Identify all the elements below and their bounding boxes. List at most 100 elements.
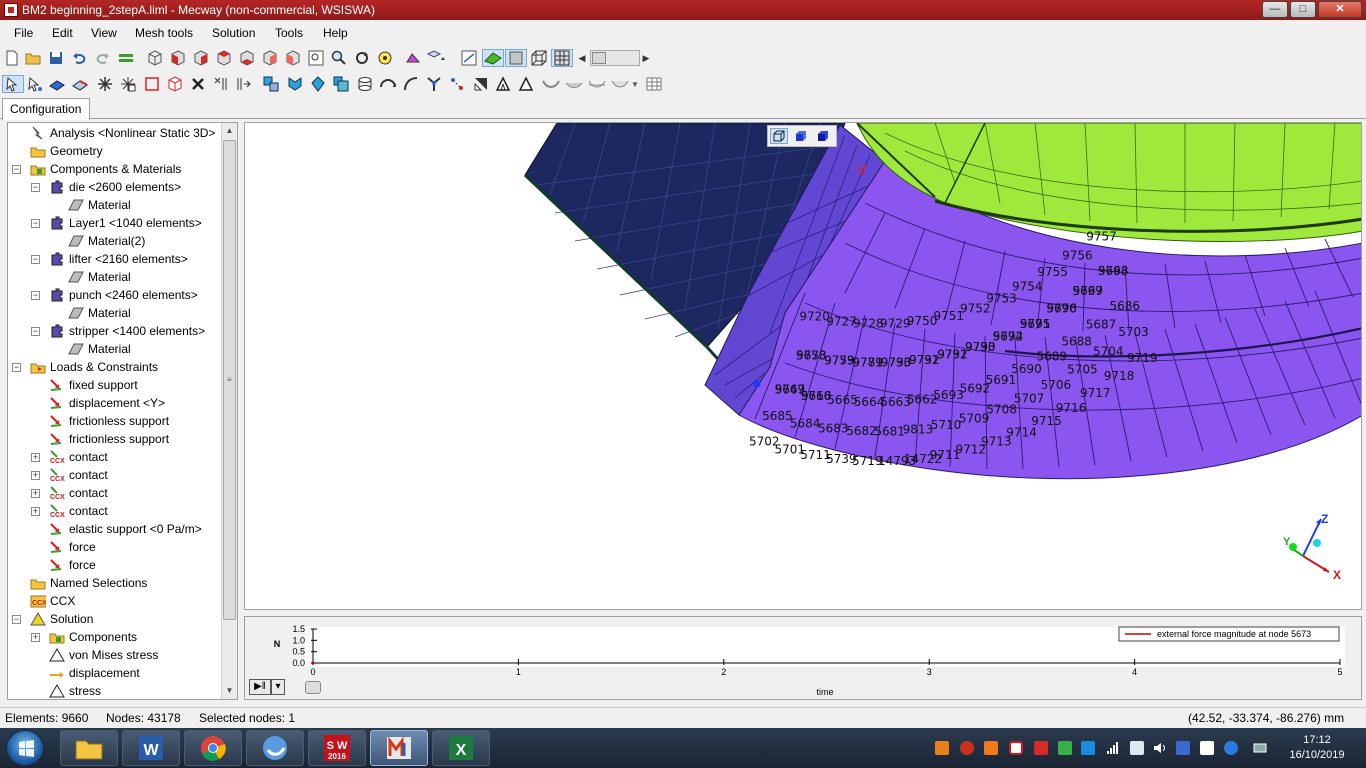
slider-right-icon[interactable]: ▶ — [640, 49, 652, 67]
tab-configuration[interactable]: Configuration — [2, 98, 90, 120]
excel-icon[interactable]: X — [432, 730, 490, 766]
tray-app-6-icon[interactable] — [1058, 741, 1072, 755]
view-left-icon[interactable] — [215, 49, 233, 67]
tree-item[interactable]: force — [8, 556, 223, 574]
play-pause-button[interactable]: ▶‖ — [249, 679, 271, 695]
collapse-icon[interactable]: − — [31, 327, 40, 336]
tree-item[interactable]: frictionless support — [8, 430, 223, 448]
delete-icon[interactable] — [189, 75, 207, 93]
tree-item[interactable]: CCX CCX — [8, 592, 223, 610]
configuration-tree[interactable]: Analysis <Nonlinear Static 3D> Geometry − C… — [7, 122, 238, 700]
wireframe-cube-icon[interactable] — [770, 128, 788, 144]
new-node-icon[interactable] — [119, 75, 137, 93]
tree-item[interactable]: Material — [8, 340, 223, 358]
look-at-icon[interactable] — [376, 49, 394, 67]
menu-mesh-tools[interactable]: Mesh tools — [135, 26, 193, 40]
tree-item[interactable]: − Components & Materials — [8, 160, 223, 178]
select-faces-icon[interactable] — [48, 75, 66, 93]
shaded-cube-icon[interactable] — [814, 128, 832, 144]
scroll-up-icon[interactable]: ▲ — [224, 124, 235, 138]
dropdown-arrow-icon[interactable]: ▼ — [630, 75, 640, 93]
timeline-slider-thumb[interactable] — [305, 681, 321, 694]
network-signal-icon[interactable] — [1106, 741, 1120, 755]
tree-item[interactable]: − die <2600 elements> — [8, 178, 223, 196]
tray-app-3-icon[interactable] — [984, 741, 998, 755]
triangle-outline-icon[interactable] — [517, 75, 535, 93]
view-back-icon[interactable] — [192, 49, 210, 67]
scale-slider-thumb[interactable] — [592, 52, 606, 64]
model-viewport[interactable]: 5673 9773 9771 9733 9732 9731 9730 5672 5671 5670… — [244, 122, 1362, 610]
tree-item[interactable]: Material — [8, 268, 223, 286]
redo-icon[interactable] — [94, 49, 112, 67]
solidworks-icon[interactable]: S W 2016 — [308, 730, 366, 766]
volume-icon[interactable] — [1153, 741, 1167, 755]
tray-app-11-icon[interactable] — [1176, 741, 1190, 755]
view-right-icon[interactable] — [238, 49, 256, 67]
tree-item[interactable]: + CCX contact — [8, 448, 223, 466]
mecway-icon[interactable] — [370, 730, 428, 766]
zoom-icon[interactable] — [330, 49, 348, 67]
scale-icon[interactable] — [332, 75, 350, 93]
curve-3-icon[interactable] — [588, 75, 606, 93]
measure-icon[interactable] — [460, 49, 478, 67]
playback-dropdown[interactable]: ▾ — [271, 679, 285, 695]
explode-icon[interactable] — [96, 75, 114, 93]
curve-4-icon[interactable] — [611, 75, 629, 93]
tray-app-13-icon[interactable] — [1224, 741, 1238, 755]
menu-view[interactable]: View — [91, 26, 117, 40]
tree-item[interactable]: Geometry — [8, 142, 223, 160]
tree-item[interactable]: − Loads & Constraints — [8, 358, 223, 376]
tree-item[interactable]: Material — [8, 196, 223, 214]
fill-hole-icon[interactable] — [472, 75, 490, 93]
new-file-icon[interactable] — [3, 49, 21, 67]
tree-scrollbar[interactable]: ▲ ≡ ▼ — [221, 123, 237, 699]
tree-item[interactable]: − Layer1 <1040 elements> — [8, 214, 223, 232]
tray-acrobat-icon[interactable] — [1009, 741, 1023, 755]
new-solid-icon[interactable] — [166, 75, 184, 93]
tree-scroll-thumb[interactable]: ≡ — [223, 140, 236, 620]
expand-icon[interactable]: + — [31, 633, 40, 642]
collapse-icon[interactable]: − — [31, 255, 40, 264]
solid-cube-icon[interactable] — [792, 128, 810, 144]
collapse-icon[interactable]: − — [12, 363, 21, 372]
chrome-icon[interactable] — [184, 730, 242, 766]
merge-icon[interactable] — [117, 49, 135, 67]
select-edges-icon[interactable] — [71, 75, 89, 93]
collapse-icon[interactable]: − — [12, 165, 21, 174]
shaded-view-icon[interactable] — [482, 49, 504, 67]
transparency-icon[interactable] — [427, 49, 445, 67]
move-icon[interactable] — [286, 75, 304, 93]
collapse-icon[interactable]: − — [31, 291, 40, 300]
split-icon[interactable] — [212, 75, 230, 93]
collapse-icon[interactable]: − — [12, 615, 21, 624]
mesh-canvas[interactable]: 5673977397719733973297319730567256715670… — [245, 123, 1362, 610]
merge-nodes-icon[interactable] — [235, 75, 253, 93]
tree-item[interactable]: Material(2) — [8, 232, 223, 250]
rotate-icon[interactable] — [353, 49, 371, 67]
smooth-icon[interactable] — [448, 75, 466, 93]
tree-item[interactable]: elastic support <0 Pa/m> — [8, 520, 223, 538]
file-explorer-icon[interactable] — [60, 730, 118, 766]
curve-2-icon[interactable] — [565, 75, 583, 93]
tree-item[interactable]: stress — [8, 682, 223, 699]
tray-app-12-icon[interactable] — [1200, 741, 1214, 755]
select-elements-icon[interactable] — [2, 75, 24, 93]
taskbar-clock[interactable]: 17:12 16/10/2019 — [1284, 733, 1350, 763]
tree-item[interactable]: von Mises stress — [8, 646, 223, 664]
copy-icon[interactable] — [309, 75, 327, 93]
view-iso-icon[interactable] — [146, 49, 164, 67]
tree-item[interactable]: + Components — [8, 628, 223, 646]
save-icon[interactable] — [47, 49, 65, 67]
expand-icon[interactable]: + — [31, 489, 40, 498]
menu-solution[interactable]: Solution — [212, 26, 255, 40]
tree-item[interactable]: − punch <2460 elements> — [8, 286, 223, 304]
triangulate-icon[interactable] — [494, 75, 512, 93]
revolve-icon[interactable] — [379, 75, 397, 93]
minimize-button[interactable]: — — [1262, 1, 1288, 18]
mirror-icon[interactable] — [262, 75, 280, 93]
expand-icon[interactable]: + — [31, 507, 40, 516]
scroll-down-icon[interactable]: ▼ — [224, 684, 235, 698]
collapse-icon[interactable]: − — [31, 219, 40, 228]
tree-item[interactable]: force — [8, 538, 223, 556]
tree-item[interactable]: frictionless support — [8, 412, 223, 430]
